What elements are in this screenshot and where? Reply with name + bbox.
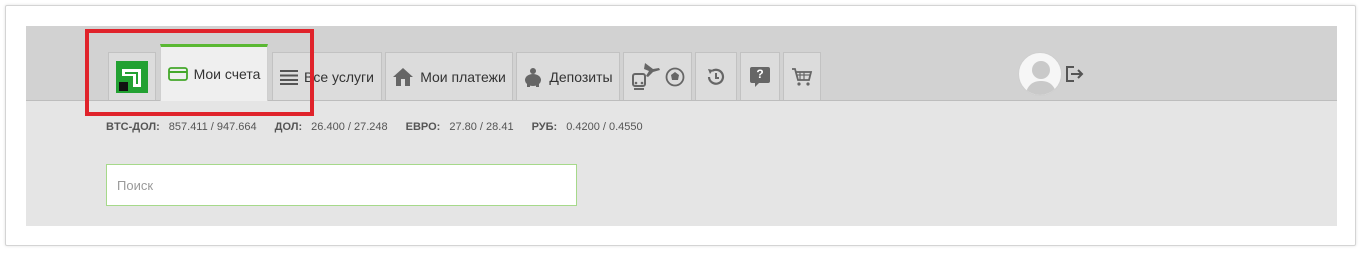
card-icon bbox=[167, 67, 188, 81]
tab-home-logo[interactable] bbox=[108, 52, 156, 100]
ball-icon bbox=[665, 67, 685, 87]
rate-label: ЕВРО: bbox=[405, 121, 441, 133]
rate-label: РУБ: bbox=[531, 121, 558, 133]
logout-icon[interactable] bbox=[1065, 65, 1085, 83]
tab-my-payments-label: Мои платежи bbox=[420, 68, 506, 85]
tab-my-accounts[interactable]: Мои счета bbox=[160, 44, 268, 101]
tab-all-services-label: Все услуги bbox=[304, 68, 374, 85]
exchange-rates: BTC-ДОЛ: 857.411 / 947.664 ДОЛ: 26.400 /… bbox=[106, 121, 661, 133]
top-navigation-bar: Мои счета Все услуги Мои платежи Депозит… bbox=[26, 26, 1337, 101]
avatar-icon[interactable] bbox=[1018, 52, 1062, 96]
help-icon: ? bbox=[749, 66, 771, 88]
app-container: Мои счета Все услуги Мои платежи Депозит… bbox=[26, 26, 1337, 226]
rate-value: 26.400 / 27.248 bbox=[311, 121, 388, 133]
tab-help[interactable]: ? bbox=[740, 52, 780, 100]
rate-label: BTC-ДОЛ: bbox=[106, 121, 160, 133]
train-plane-icon bbox=[631, 61, 661, 93]
search-input[interactable] bbox=[106, 164, 577, 206]
tab-history[interactable] bbox=[695, 52, 737, 100]
tab-my-accounts-label: Мои счета bbox=[193, 66, 261, 82]
tab-my-payments[interactable]: Мои платежи bbox=[385, 52, 513, 100]
tab-deposits-label: Депозиты bbox=[549, 68, 613, 85]
list-icon bbox=[280, 69, 299, 85]
cart-icon bbox=[791, 67, 813, 87]
privatbank-logo-icon bbox=[116, 60, 148, 93]
rate-label: ДОЛ: bbox=[274, 121, 303, 133]
rate-value: 0.4200 / 0.4550 bbox=[566, 121, 643, 133]
help-glyph: ? bbox=[756, 66, 764, 81]
tab-deposits[interactable]: Депозиты bbox=[516, 52, 620, 100]
tab-cart[interactable] bbox=[783, 52, 821, 100]
history-icon bbox=[705, 66, 727, 88]
house-icon bbox=[392, 67, 414, 87]
piggy-bank-icon bbox=[523, 67, 543, 87]
tab-travel[interactable] bbox=[623, 52, 692, 100]
tab-all-services[interactable]: Все услуги bbox=[272, 52, 382, 100]
rate-value: 857.411 / 947.664 bbox=[168, 121, 257, 133]
rate-value: 27.80 / 28.41 bbox=[449, 121, 514, 133]
